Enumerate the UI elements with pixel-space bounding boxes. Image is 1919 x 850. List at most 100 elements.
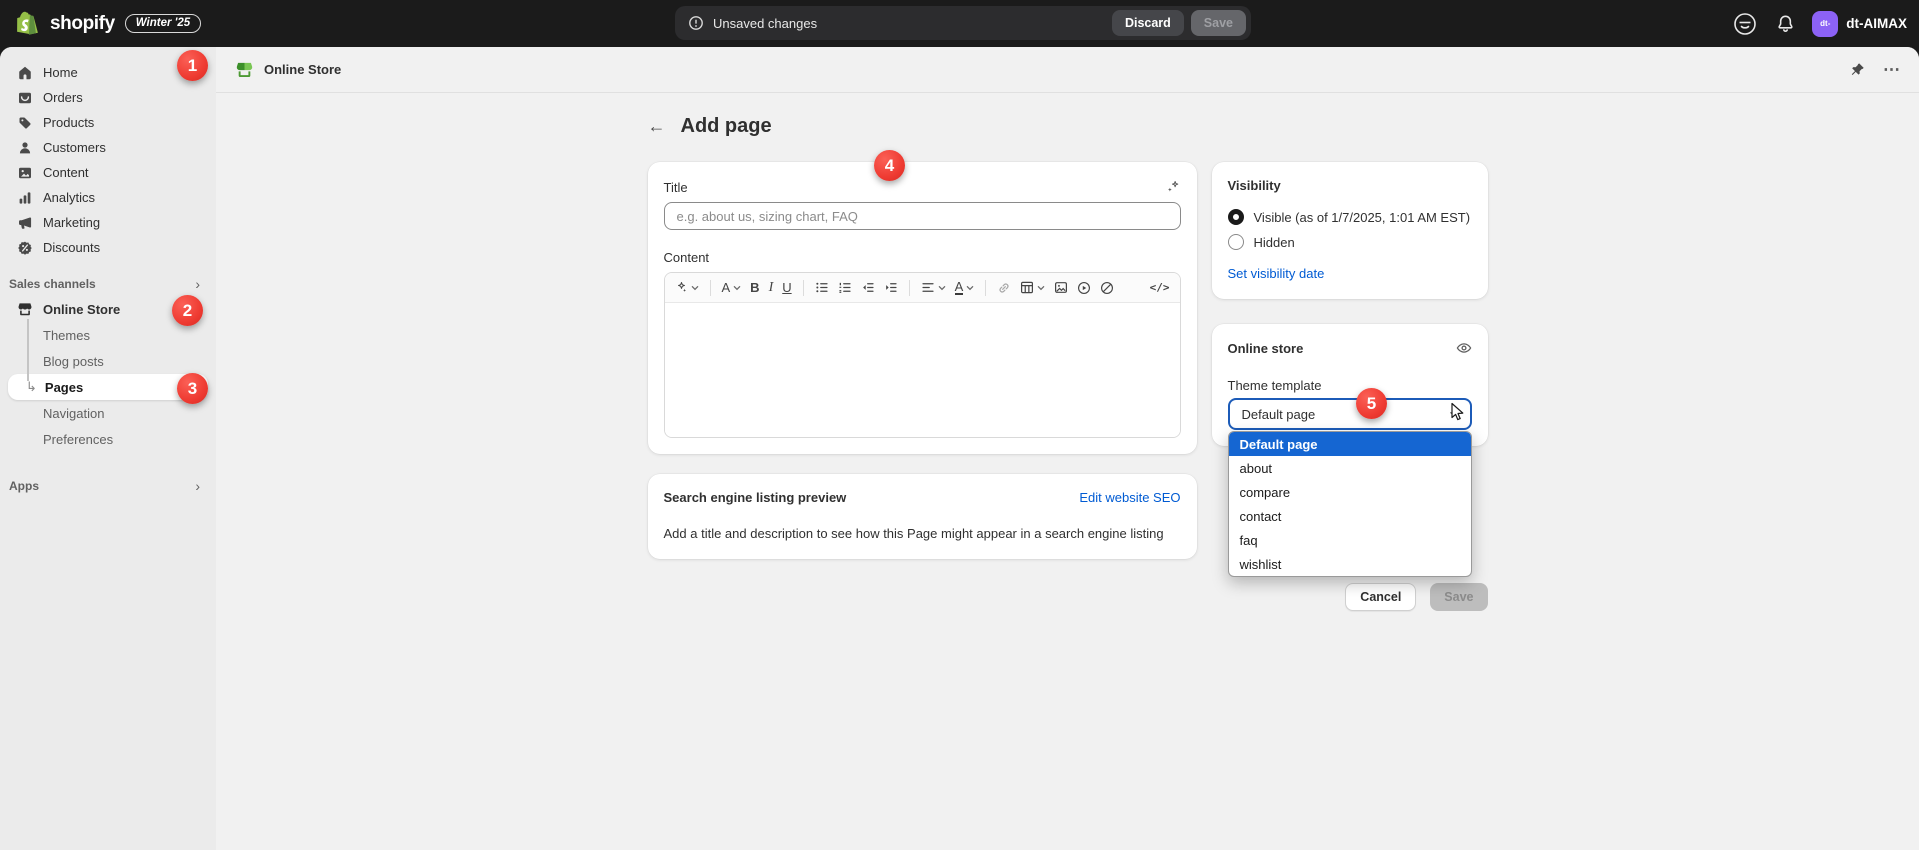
theme-template-label: Theme template	[1228, 378, 1472, 394]
italic-icon[interactable]: I	[769, 281, 774, 295]
save-button-top[interactable]: Save	[1191, 10, 1246, 36]
dropdown-option-faq[interactable]: faq	[1229, 528, 1471, 552]
video-icon[interactable]	[1077, 281, 1091, 295]
visibility-hidden-option[interactable]: Hidden	[1228, 232, 1472, 252]
clear-formatting-icon[interactable]	[1100, 281, 1114, 295]
brand-wordmark: shopify	[50, 13, 115, 35]
pin-icon[interactable]	[1849, 62, 1865, 78]
title-label: Title	[664, 180, 688, 195]
chevron-right-icon[interactable]: ›	[195, 276, 200, 292]
title-input[interactable]	[664, 202, 1181, 230]
products-icon	[17, 115, 33, 131]
radio-selected-icon	[1228, 209, 1244, 225]
set-visibility-date-link[interactable]: Set visibility date	[1228, 266, 1325, 281]
indent-icon[interactable]	[884, 281, 898, 294]
online-store-heading: Online store	[1228, 341, 1304, 356]
chevron-down-icon	[966, 285, 974, 291]
editor-toolbar: A B I U	[665, 273, 1180, 303]
annotation-badge-4: 4	[874, 150, 905, 181]
topbar-right: dt- dt-AIMAX	[1732, 0, 1907, 47]
online-store-card: Online store Theme template Default page	[1212, 324, 1488, 446]
outdent-icon[interactable]	[861, 281, 875, 294]
sidebar-item-content[interactable]: Content	[8, 160, 208, 185]
apps-header: Apps ›	[1, 474, 208, 498]
marketing-icon	[17, 215, 33, 231]
discard-button[interactable]: Discard	[1112, 10, 1184, 36]
content-textarea[interactable]	[665, 303, 1180, 437]
sidebar-item-label: Online Store	[43, 302, 120, 317]
dropdown-option-compare[interactable]: compare	[1229, 480, 1471, 504]
sidebar-item-navigation[interactable]: Navigation	[8, 400, 208, 426]
radio-unselected-icon	[1228, 234, 1244, 250]
sidebar-item-label: Themes	[43, 328, 90, 343]
unsaved-changes-bar: Unsaved changes Discard Save	[675, 6, 1251, 40]
app-shell: Home Orders Products Customers Content A…	[0, 47, 1919, 850]
sidebar-item-preferences[interactable]: Preferences	[8, 426, 208, 452]
seo-heading: Search engine listing preview	[664, 490, 847, 505]
sidekick-icon[interactable]	[1732, 11, 1758, 37]
shopify-logo[interactable]: shopify Winter '25	[16, 0, 201, 47]
online-store-green-icon	[234, 60, 254, 80]
visibility-card: Visibility Visible (as of 1/7/2025, 1:01…	[1212, 162, 1488, 299]
chevron-down-icon	[733, 285, 741, 291]
magic-sparkle-icon[interactable]	[1165, 179, 1181, 195]
avatar: dt-	[1812, 11, 1838, 37]
sidebar-item-themes[interactable]: Themes	[8, 322, 208, 348]
account-menu[interactable]: dt- dt-AIMAX	[1812, 11, 1907, 37]
annotation-badge-2: 2	[172, 295, 203, 326]
title-content-card: Title Content	[648, 162, 1197, 454]
page-footer-actions: Cancel Save	[648, 583, 1488, 611]
table-icon[interactable]	[1020, 281, 1045, 294]
bold-icon[interactable]: B	[750, 281, 759, 294]
dropdown-option-about[interactable]: about	[1229, 456, 1471, 480]
sales-channels-label: Sales channels	[9, 277, 96, 291]
sales-channels-header: Sales channels ›	[1, 272, 208, 296]
sidebar-item-orders[interactable]: Orders	[8, 85, 208, 110]
image-icon[interactable]	[1054, 281, 1068, 294]
sidebar-item-customers[interactable]: Customers	[8, 135, 208, 160]
link-icon[interactable]	[997, 281, 1011, 295]
dropdown-option-default-page[interactable]: Default page	[1229, 432, 1471, 456]
shopify-bag-icon	[16, 11, 40, 37]
customers-icon	[17, 140, 33, 156]
magic-wand-icon[interactable]	[675, 281, 699, 294]
visibility-visible-option[interactable]: Visible (as of 1/7/2025, 1:01 AM EST)	[1228, 207, 1472, 227]
annotation-badge-3: 3	[177, 373, 208, 404]
text-color-icon[interactable]: A	[955, 280, 975, 296]
theme-template-select[interactable]: Default page	[1228, 398, 1472, 430]
orders-icon	[17, 90, 33, 106]
sidebar-item-analytics[interactable]: Analytics	[8, 185, 208, 210]
save-button[interactable]: Save	[1430, 583, 1487, 611]
edit-website-seo-link[interactable]: Edit website SEO	[1079, 490, 1180, 505]
chevron-right-icon[interactable]: ›	[195, 478, 200, 494]
sidebar-item-label: Orders	[43, 90, 83, 105]
eye-icon[interactable]	[1456, 340, 1472, 356]
page-title: Add page	[681, 115, 772, 138]
sidebar-item-blog-posts[interactable]: Blog posts	[8, 348, 208, 374]
sidebar-item-products[interactable]: Products	[8, 110, 208, 135]
underline-icon[interactable]: U	[782, 281, 791, 294]
back-arrow-icon[interactable]: ←	[648, 117, 666, 135]
dropdown-option-wishlist[interactable]: wishlist	[1229, 552, 1471, 576]
sidebar-item-label: Discounts	[43, 240, 100, 255]
code-icon[interactable]: </>	[1150, 282, 1170, 293]
dropdown-option-contact[interactable]: contact	[1229, 504, 1471, 528]
cancel-button[interactable]: Cancel	[1345, 583, 1416, 611]
sidebar-item-label: Customers	[43, 140, 106, 155]
bulleted-list-icon[interactable]	[815, 281, 829, 294]
chevron-down-icon	[1037, 285, 1045, 291]
analytics-icon	[17, 190, 33, 206]
notifications-bell-icon[interactable]	[1775, 14, 1795, 34]
alignment-icon[interactable]	[921, 281, 946, 294]
sidebar-item-marketing[interactable]: Marketing	[8, 210, 208, 235]
sidebar-item-label: Preferences	[43, 432, 113, 447]
numbered-list-icon[interactable]	[838, 281, 852, 294]
text-style-icon[interactable]: A	[722, 281, 742, 294]
seo-description: Add a title and description to see how t…	[664, 525, 1181, 543]
annotation-badge-5: 5	[1356, 388, 1387, 419]
sidebar-item-discounts[interactable]: Discounts	[8, 235, 208, 260]
alert-icon	[688, 15, 704, 31]
theme-template-dropdown: Default page about compare contact faq w…	[1228, 431, 1472, 577]
overflow-menu-icon[interactable]: ⋯	[1883, 60, 1901, 80]
content-header: Online Store ⋯	[216, 47, 1919, 93]
